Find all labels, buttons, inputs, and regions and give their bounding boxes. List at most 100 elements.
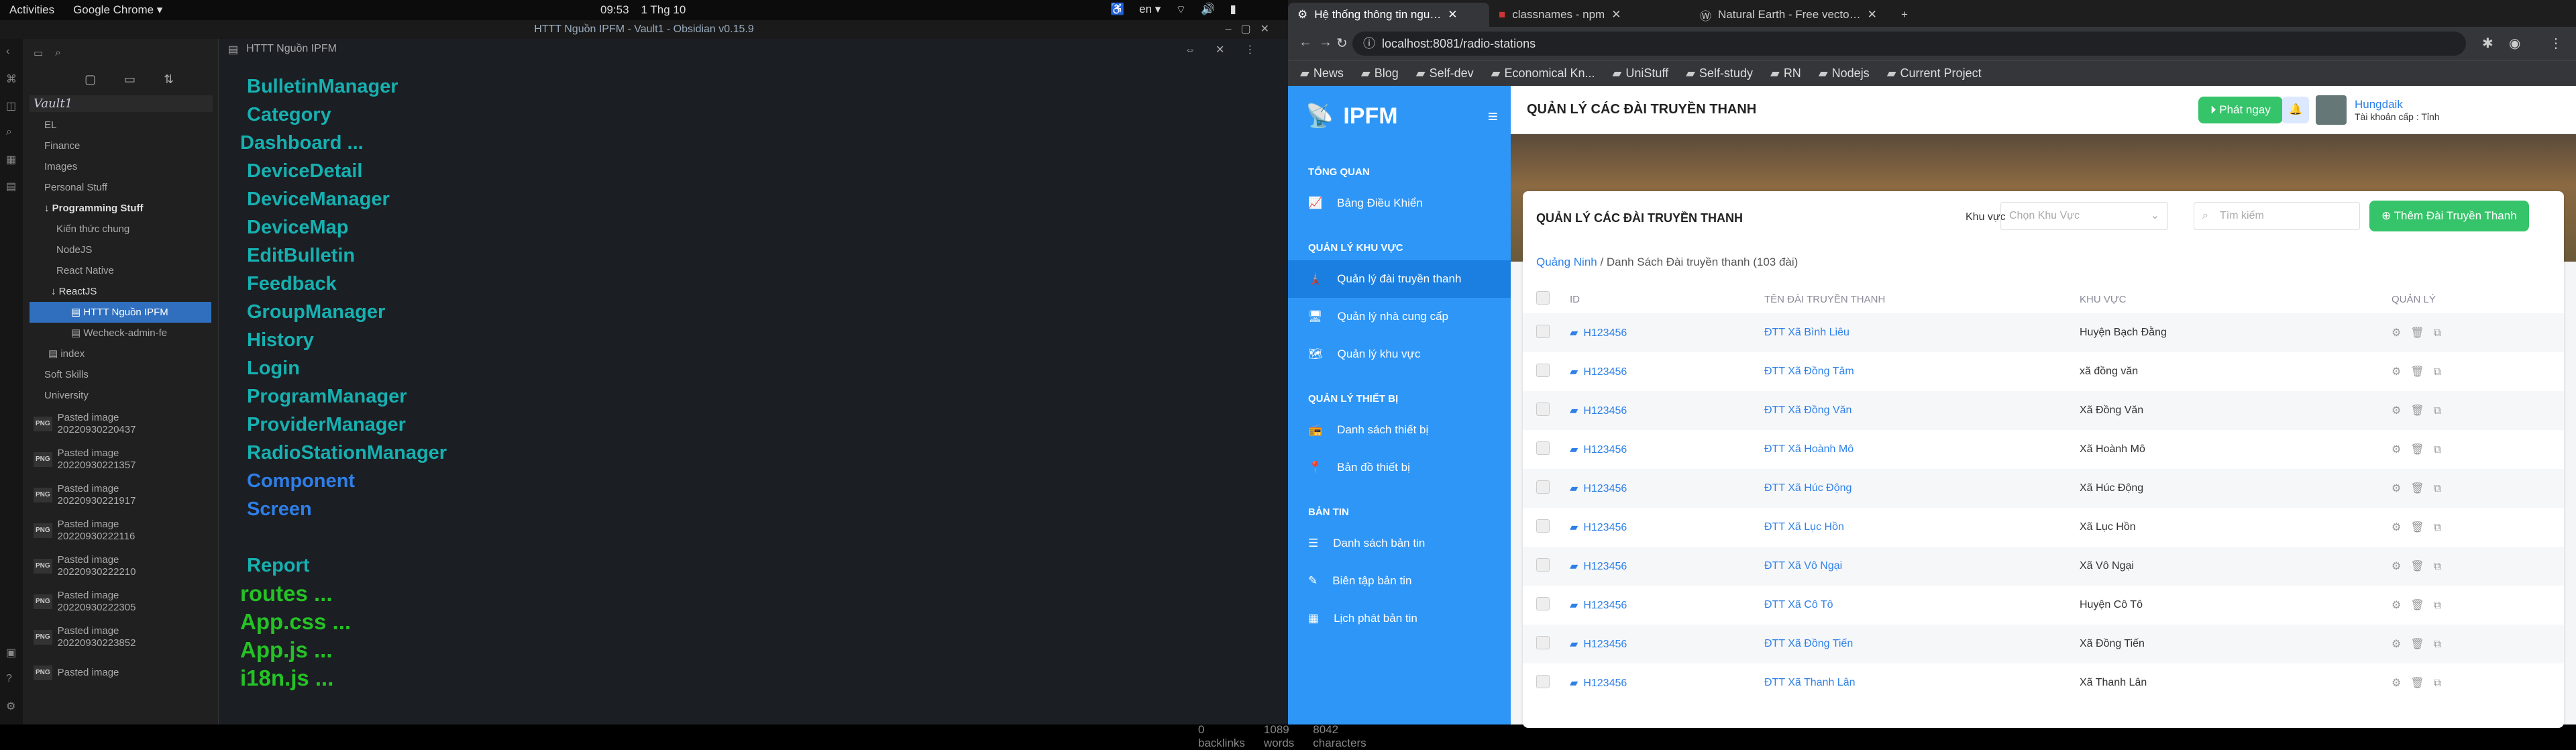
station-id[interactable]: H123456 bbox=[1583, 678, 1627, 689]
copy-icon[interactable]: ⧉ bbox=[2434, 678, 2451, 689]
copy-icon[interactable]: ⧉ bbox=[2434, 483, 2451, 494]
settings-icon[interactable]: ⚙ bbox=[2392, 522, 2410, 533]
delete-icon[interactable]: 🗑 bbox=[2410, 483, 2433, 494]
bookmark-folder[interactable]: ▰ UniStuff bbox=[1613, 66, 1669, 81]
copy-icon[interactable]: ⧉ bbox=[2434, 522, 2451, 533]
note-line[interactable]: routes ... bbox=[240, 580, 447, 608]
tree-folder[interactable]: ↓ ReactJS bbox=[24, 281, 218, 302]
col-region[interactable]: KHU VỰC bbox=[2080, 285, 2392, 313]
station-id[interactable]: H123456 bbox=[1583, 522, 1627, 533]
tree-folder[interactable]: Personal Stuff bbox=[24, 177, 218, 198]
tree-folder[interactable]: Finance bbox=[24, 136, 218, 156]
station-id[interactable]: H123456 bbox=[1583, 366, 1627, 378]
battery-icon[interactable]: ▮ bbox=[1230, 3, 1236, 17]
delete-icon[interactable]: 🗑 bbox=[2410, 561, 2433, 572]
note-line[interactable]: Category bbox=[247, 101, 447, 129]
activities-button[interactable]: Activities bbox=[9, 3, 54, 17]
settings-icon[interactable]: ⚙ bbox=[6, 700, 15, 713]
clock[interactable]: 09:53 1 Thg 10 bbox=[600, 3, 686, 17]
row-checkbox[interactable] bbox=[1536, 363, 1550, 377]
station-id[interactable]: H123456 bbox=[1583, 483, 1627, 494]
tree-file[interactable]: ▤ Wecheck-admin-fe bbox=[24, 323, 218, 343]
back-icon[interactable]: ← bbox=[1299, 35, 1312, 50]
region-select[interactable]: Chọn Khu Vực ⌄ bbox=[2000, 202, 2168, 230]
copy-icon[interactable]: ⧉ bbox=[2434, 366, 2451, 378]
broadcast-now-button[interactable]: ⏵ Phát ngay bbox=[2198, 97, 2283, 123]
row-checkbox[interactable] bbox=[1536, 480, 1550, 494]
info-icon[interactable]: ⓘ bbox=[1363, 32, 1375, 56]
settings-icon[interactable]: ⚙ bbox=[2392, 639, 2410, 650]
image-file[interactable]: PNG Pasted image 20220930222305 bbox=[24, 584, 218, 619]
volume-icon[interactable]: 🔊 bbox=[1201, 3, 1215, 17]
tree-folder[interactable]: Images bbox=[24, 156, 218, 177]
nav-item[interactable]: 🖥 Quản lý nhà cung cấp bbox=[1288, 298, 1511, 335]
note-line[interactable]: Feedback bbox=[247, 270, 447, 298]
bell-icon[interactable]: 🔔 bbox=[2282, 97, 2309, 123]
bookmark-folder[interactable]: ▰ Blog bbox=[1361, 66, 1399, 81]
wifi-icon[interactable]: ⌔ bbox=[1175, 3, 1186, 17]
close-tab-icon[interactable]: ✕ bbox=[1448, 8, 1457, 21]
station-name[interactable]: ĐTT Xã Bình Liêu bbox=[1764, 327, 1849, 338]
add-station-button[interactable]: ⊕ Thêm Đài Truyền Thanh bbox=[2369, 201, 2529, 231]
image-file[interactable]: PNG Pasted image 20220930220437 bbox=[24, 406, 218, 441]
image-file[interactable]: PNG Pasted image bbox=[24, 655, 218, 690]
calendar-icon[interactable]: ▦ bbox=[6, 153, 16, 166]
tree-file[interactable]: ▤ index bbox=[24, 343, 218, 364]
station-id[interactable]: H123456 bbox=[1583, 600, 1627, 611]
command-icon[interactable]: ⌕ bbox=[6, 126, 12, 138]
copy-icon[interactable]: ⧉ bbox=[2434, 444, 2451, 456]
tab[interactable]: ■ classnames - npm ✕ bbox=[1489, 3, 1690, 27]
row-checkbox[interactable] bbox=[1536, 324, 1550, 338]
settings-icon[interactable]: ⚙ bbox=[2392, 483, 2410, 494]
station-name[interactable]: ĐTT Xã Thanh Lân bbox=[1764, 677, 1856, 688]
delete-icon[interactable]: 🗑 bbox=[2410, 522, 2433, 533]
table-row[interactable]: ▰ H123456 ĐTT Xã Vô Ngại Xã Vô Ngại ⚙🗑⧉ bbox=[1523, 547, 2564, 586]
station-name[interactable]: ĐTT Xã Húc Động bbox=[1764, 482, 1851, 494]
close-tab-icon[interactable]: ✕ bbox=[1868, 8, 1877, 21]
tab[interactable]: Ⓦ Natural Earth - Free vecto… ✕ bbox=[1690, 3, 1892, 27]
template-icon[interactable]: ▤ bbox=[6, 180, 16, 193]
settings-icon[interactable]: ⚙ bbox=[2392, 405, 2410, 417]
station-id[interactable]: H123456 bbox=[1583, 639, 1627, 650]
settings-icon[interactable]: ⚙ bbox=[2392, 561, 2410, 572]
row-checkbox[interactable] bbox=[1536, 441, 1550, 455]
note-line[interactable]: i18n.js ... bbox=[240, 664, 447, 692]
nav-item[interactable]: 📍 Bản đồ thiết bị bbox=[1288, 449, 1511, 486]
user-menu[interactable]: Hungdaik Tài khoản cấp : Tỉnh bbox=[2316, 95, 2440, 125]
note-line[interactable]: Screen bbox=[247, 495, 447, 523]
station-name[interactable]: ĐTT Xã Đồng Tiến bbox=[1764, 638, 1853, 649]
row-checkbox[interactable] bbox=[1536, 557, 1550, 572]
station-name[interactable]: ĐTT Xã Hoành Mô bbox=[1764, 443, 1854, 455]
table-row[interactable]: ▰ H123456 ĐTT Xã Hoành Mô Xã Hoành Mô ⚙🗑⧉ bbox=[1523, 430, 2564, 469]
select-all-checkbox[interactable] bbox=[1536, 291, 1550, 305]
station-name[interactable]: ĐTT Xã Đồng Văn bbox=[1764, 405, 1851, 416]
row-checkbox[interactable] bbox=[1536, 402, 1550, 416]
table-row[interactable]: ▰ H123456 ĐTT Xã Bình Liêu Huyện Bạch Đằng ⚙… bbox=[1523, 313, 2564, 352]
delete-icon[interactable]: 🗑 bbox=[2410, 678, 2433, 689]
tree-folder[interactable]: Soft Skills bbox=[24, 364, 218, 385]
help-icon[interactable]: ? bbox=[6, 673, 12, 685]
editor-pane[interactable]: ▤ HTTT Nguồn IPFM ⇔✕⋮ BulletinManager Cat… bbox=[219, 39, 1366, 749]
backlinks-count[interactable]: 0 backlinks bbox=[1198, 723, 1245, 750]
delete-icon[interactable]: 🗑 bbox=[2410, 639, 2433, 650]
tree-folder[interactable]: NodeJS bbox=[24, 239, 218, 260]
station-name[interactable]: ĐTT Xã Vô Ngại bbox=[1764, 560, 1842, 572]
nav-item[interactable]: ✎ Biên tập bản tin bbox=[1288, 562, 1511, 600]
input-language[interactable]: en ▾ bbox=[1139, 3, 1161, 17]
nav-item[interactable]: 📻 Danh sách thiết bị bbox=[1288, 411, 1511, 449]
station-id[interactable]: H123456 bbox=[1583, 327, 1627, 339]
station-id[interactable]: H123456 bbox=[1583, 561, 1627, 572]
new-note-icon[interactable]: ▢ bbox=[85, 72, 96, 86]
app-menu[interactable]: Google Chrome ▾ bbox=[73, 3, 162, 17]
bookmark-folder[interactable]: ▰ Self-study bbox=[1686, 66, 1753, 81]
sort-icon[interactable]: ⇅ bbox=[164, 72, 174, 86]
delete-icon[interactable]: 🗑 bbox=[2410, 405, 2433, 417]
tree-file-active[interactable]: ▤ HTTT Nguồn IPFM bbox=[30, 302, 211, 323]
delete-icon[interactable]: 🗑 bbox=[2410, 366, 2433, 378]
switcher-icon[interactable]: ◫ bbox=[6, 99, 16, 113]
tab-active[interactable]: ⚙ Hệ thống thông tin ngu… ✕ bbox=[1288, 3, 1489, 27]
note-line[interactable]: DeviceMap bbox=[247, 213, 447, 242]
tree-folder[interactable]: React Native bbox=[24, 260, 218, 281]
note-line[interactable]: DeviceManager bbox=[247, 185, 447, 213]
col-id[interactable]: ID bbox=[1570, 285, 1764, 313]
